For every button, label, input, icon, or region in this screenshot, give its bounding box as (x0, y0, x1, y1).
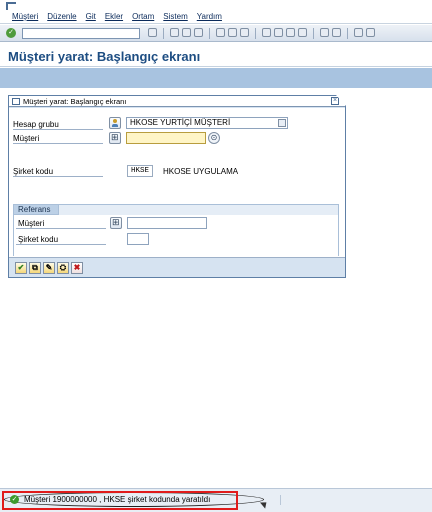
menu-items: Müşteri Düzenle Git Ekler Ortam Sistem Y… (12, 12, 222, 21)
enter-icon[interactable]: ✓ (6, 28, 16, 38)
toolbar-separator (313, 27, 314, 39)
page-title: Müşteri yarat: Başlangıç ekranı (8, 49, 201, 64)
success-icon: ✓ (10, 495, 19, 504)
company-code-description: HKOSE UYGULAMA (163, 167, 239, 176)
edit-icon[interactable]: ✎ (43, 262, 55, 274)
label-underline (13, 176, 103, 177)
find-icon[interactable] (228, 27, 237, 37)
status-info-area (280, 495, 420, 505)
next-page-icon[interactable] (286, 27, 295, 37)
cancel-icon[interactable]: ✖ (71, 262, 83, 274)
reference-group: Referans Müşteri Şirket kodu (13, 204, 339, 256)
label-underline (16, 228, 106, 229)
back-icon[interactable] (170, 27, 179, 37)
company-code-value: HKSE (131, 167, 150, 175)
menu-item-duzenle[interactable]: Düzenle (47, 12, 76, 21)
menu-item-musteri[interactable]: Müşteri (12, 12, 38, 21)
sap-menu-icon[interactable] (6, 2, 16, 10)
copy-icon[interactable]: ⧉ (29, 262, 41, 274)
dialog-corner (336, 95, 346, 106)
find-next-icon[interactable] (240, 27, 249, 37)
command-field[interactable] (22, 27, 140, 39)
title-bar: Müşteri yarat: Başlangıç ekranı (0, 43, 432, 67)
dialog-footer: ✔ ⧉ ✎ ⛭ ✖ (9, 257, 345, 277)
help-icon[interactable] (354, 27, 363, 37)
last-page-icon[interactable] (298, 27, 307, 37)
status-message[interactable]: Müşteri 1900000000 , HKSE şirket kodunda… (24, 495, 210, 504)
customer-binoculars-icon[interactable] (109, 132, 121, 144)
account-group-value: HKOSE YURTİÇİ MÜŞTERİ (130, 118, 231, 127)
reference-customer-input[interactable] (127, 217, 207, 229)
label-underline (13, 143, 103, 144)
create-customer-dialog: Müşteri yarat: Başlangıç ekranı × Hesap … (8, 95, 346, 278)
toolbar-separator (163, 27, 164, 39)
exit-icon[interactable] (182, 27, 191, 37)
search-help-icon[interactable]: ⊙ (208, 132, 220, 144)
menu-item-ekler[interactable]: Ekler (105, 12, 123, 21)
toolbar-separator (255, 27, 256, 39)
application-toolbar (0, 68, 432, 88)
standard-toolbar: ✓ (0, 25, 432, 42)
dialog-header: Müşteri yarat: Başlangıç ekranı × (9, 95, 346, 107)
menu-item-sistem[interactable]: Sistem (163, 12, 187, 21)
toolbar-separator (347, 27, 348, 39)
label-underline (16, 244, 106, 245)
dialog-title: Müşteri yarat: Başlangıç ekranı (23, 97, 127, 106)
reference-company-code-label: Şirket kodu (18, 234, 59, 244)
new-session-icon[interactable] (320, 27, 329, 37)
menu-item-git[interactable]: Git (86, 12, 96, 21)
company-code-label: Şirket kodu (13, 166, 54, 176)
reference-group-title: Referans (13, 204, 59, 215)
print-icon[interactable] (216, 27, 225, 37)
reference-company-code-input[interactable] (127, 233, 149, 245)
dialog-icon (12, 98, 20, 105)
company-code-field[interactable]: HKSE (127, 165, 153, 177)
reference-customer-label: Müşteri (18, 218, 45, 228)
status-bar: ✓ Müşteri 1900000000 , HKSE şirket kodun… (0, 488, 432, 512)
account-group-user-icon[interactable] (109, 117, 121, 129)
details-icon[interactable]: ⛭ (57, 262, 69, 274)
cancel-icon[interactable] (194, 27, 203, 37)
dialog-form: Hesap grubu HKOSE YURTİÇİ MÜŞTERİ Müşter… (9, 108, 345, 258)
menu-item-yardim[interactable]: Yardım (197, 12, 222, 21)
shortcut-icon[interactable] (332, 27, 341, 37)
previous-page-icon[interactable] (274, 27, 283, 37)
customer-input[interactable] (126, 132, 206, 144)
toolbar-separator (209, 27, 210, 39)
confirm-icon[interactable]: ✔ (15, 262, 27, 274)
layout-icon[interactable] (366, 27, 375, 37)
account-group-field[interactable]: HKOSE YURTİÇİ MÜŞTERİ (126, 117, 288, 129)
reference-customer-binoculars-icon[interactable] (110, 217, 122, 229)
dropdown-icon[interactable] (278, 119, 286, 127)
menu-bar: Müşteri Düzenle Git Ekler Ortam Sistem Y… (0, 0, 432, 24)
customer-label: Müşteri (13, 133, 40, 143)
save-icon[interactable] (148, 27, 157, 37)
menu-item-ortam[interactable]: Ortam (132, 12, 154, 21)
label-underline (13, 129, 103, 130)
first-page-icon[interactable] (262, 27, 271, 37)
reference-group-body: Müşteri Şirket kodu (14, 215, 338, 256)
account-group-label: Hesap grubu (13, 119, 59, 129)
